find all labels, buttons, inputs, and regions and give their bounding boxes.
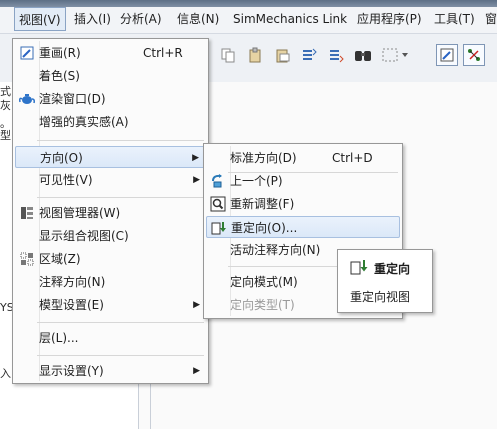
menu-item-orientation[interactable]: 方向(O) ▶ (15, 146, 206, 168)
menu-item-label: 活动注释方向(N) (230, 243, 321, 257)
menu-item-enhanced-realism[interactable]: 增强的真实感(A) (15, 111, 206, 133)
regenerate-all-icon[interactable] (325, 44, 347, 66)
menu-item-label: 显示组合视图(C) (39, 229, 129, 243)
left-panel-fragment: 型 (0, 129, 11, 142)
menu-item-label: 可见性(V) (39, 173, 93, 187)
menu-insert[interactable]: 插入(I) (70, 7, 115, 31)
panel-divider (150, 380, 151, 429)
left-panel-fragment: 灰 (0, 99, 11, 112)
regenerate-icon[interactable] (298, 44, 320, 66)
menu-item-label: 视图管理器(W) (39, 206, 121, 220)
redraw-icon (19, 45, 35, 61)
refit-icon (210, 196, 226, 212)
menu-item-shortcut: Ctrl+R (143, 46, 183, 60)
reorient-icon (211, 220, 227, 236)
view-manager-icon (19, 205, 35, 221)
copy-icon[interactable] (217, 44, 239, 66)
menu-item-layers[interactable]: 层(L)... (15, 327, 206, 349)
menu-item-label: 区域(Z) (39, 252, 81, 266)
menu-item-render-window[interactable]: 渲染窗口(D) (15, 88, 206, 110)
menu-item-zone[interactable]: 区域(Z) (15, 248, 206, 270)
menu-item-label: 显示设置(Y) (39, 364, 104, 378)
menu-tools[interactable]: 工具(T) (430, 7, 479, 31)
menu-item-label: 注释方向(N) (39, 275, 106, 289)
menu-item-visibility[interactable]: 可见性(V) ▶ (15, 169, 206, 191)
menu-view[interactable]: 视图(V) (14, 7, 66, 31)
menu-item-label: 标准方向(D) (230, 151, 297, 165)
menu-item-label: 上一个(P) (230, 174, 283, 188)
menu-item-view-manager[interactable]: 视图管理器(W) (15, 202, 206, 224)
submenu-arrow-icon: ▶ (192, 153, 199, 163)
menu-separator (37, 140, 204, 141)
menu-item-refit[interactable]: 重新调整(F) (206, 193, 400, 215)
menu-separator (37, 355, 204, 356)
zone-icon (19, 251, 35, 267)
menu-bar: 视图(V) 插入(I) 分析(A) 信息(N) SimMechanics Lin… (0, 7, 497, 34)
paste-icon[interactable] (244, 44, 266, 66)
menu-separator (37, 322, 204, 323)
menu-item-label: 重新调整(F) (230, 197, 295, 211)
left-panel-fragment: 入 (0, 367, 11, 380)
tooltip: 重定向 重定向视图 (337, 249, 433, 313)
submenu-arrow-icon: ▶ (193, 366, 200, 376)
menu-item-reorient[interactable]: 重定向(O)... (206, 216, 400, 238)
paste-special-icon[interactable] (271, 44, 293, 66)
menu-item-shading[interactable]: 着色(S) (15, 65, 206, 87)
tooltip-title: 重定向 (374, 262, 411, 276)
menu-separator (37, 197, 204, 198)
menu-item-label: 重定向(O)... (231, 221, 298, 235)
menu-item-label: 增强的真实感(A) (39, 115, 129, 129)
menu-item-display-settings[interactable]: 显示设置(Y) ▶ (15, 360, 206, 382)
menu-item-label: 重画(R) (39, 46, 81, 60)
tooltip-description: 重定向视图 (350, 290, 411, 304)
menu-item-label: 方向(O) (40, 151, 83, 165)
menu-item-label: 模型设置(E) (39, 298, 104, 312)
menu-info[interactable]: 信息(N) (173, 7, 223, 31)
menu-item-standard-orientation[interactable]: 标准方向(D) Ctrl+D (206, 147, 400, 169)
menu-item-label: 定向模式(M) (230, 275, 298, 289)
view-menu: 重画(R) Ctrl+R 着色(S) 渲染窗口(D) 增强的真实感(A) 方向(… (12, 38, 209, 384)
menu-item-label: 层(L)... (39, 331, 79, 345)
menu-item-redraw[interactable]: 重画(R) Ctrl+R (15, 42, 206, 64)
reorient-tooltip-icon (350, 258, 368, 279)
menu-analysis[interactable]: 分析(A) (116, 7, 166, 31)
menu-item-annotation-orientation[interactable]: 注释方向(N) (15, 271, 206, 293)
menu-item-label: 定向类型(T) (230, 298, 295, 312)
menu-item-previous-view[interactable]: 上一个(P) (206, 170, 400, 192)
submenu-arrow-icon: ▶ (193, 300, 200, 310)
render-teapot-icon (19, 91, 35, 107)
menu-item-label: 渲染窗口(D) (39, 92, 106, 106)
menu-window[interactable]: 窗 (481, 7, 497, 31)
menu-applications[interactable]: 应用程序(P) (353, 7, 426, 31)
menu-item-label: 着色(S) (39, 69, 80, 83)
sketch-icon[interactable] (436, 44, 458, 66)
menu-simmechanics-link[interactable]: SimMechanics Link (229, 7, 351, 31)
smart-dimension-icon[interactable] (463, 44, 485, 66)
menu-item-model-settings[interactable]: 模型设置(E) ▶ (15, 294, 206, 316)
menu-item-show-composite-view[interactable]: 显示组合视图(C) (15, 225, 206, 247)
window-title-bar (0, 0, 497, 7)
submenu-arrow-icon: ▶ (193, 175, 200, 185)
binoculars-icon[interactable] (352, 44, 374, 66)
menu-item-shortcut: Ctrl+D (332, 151, 373, 165)
previous-view-icon (210, 173, 226, 189)
selection-box-dropdown[interactable] (381, 44, 411, 66)
